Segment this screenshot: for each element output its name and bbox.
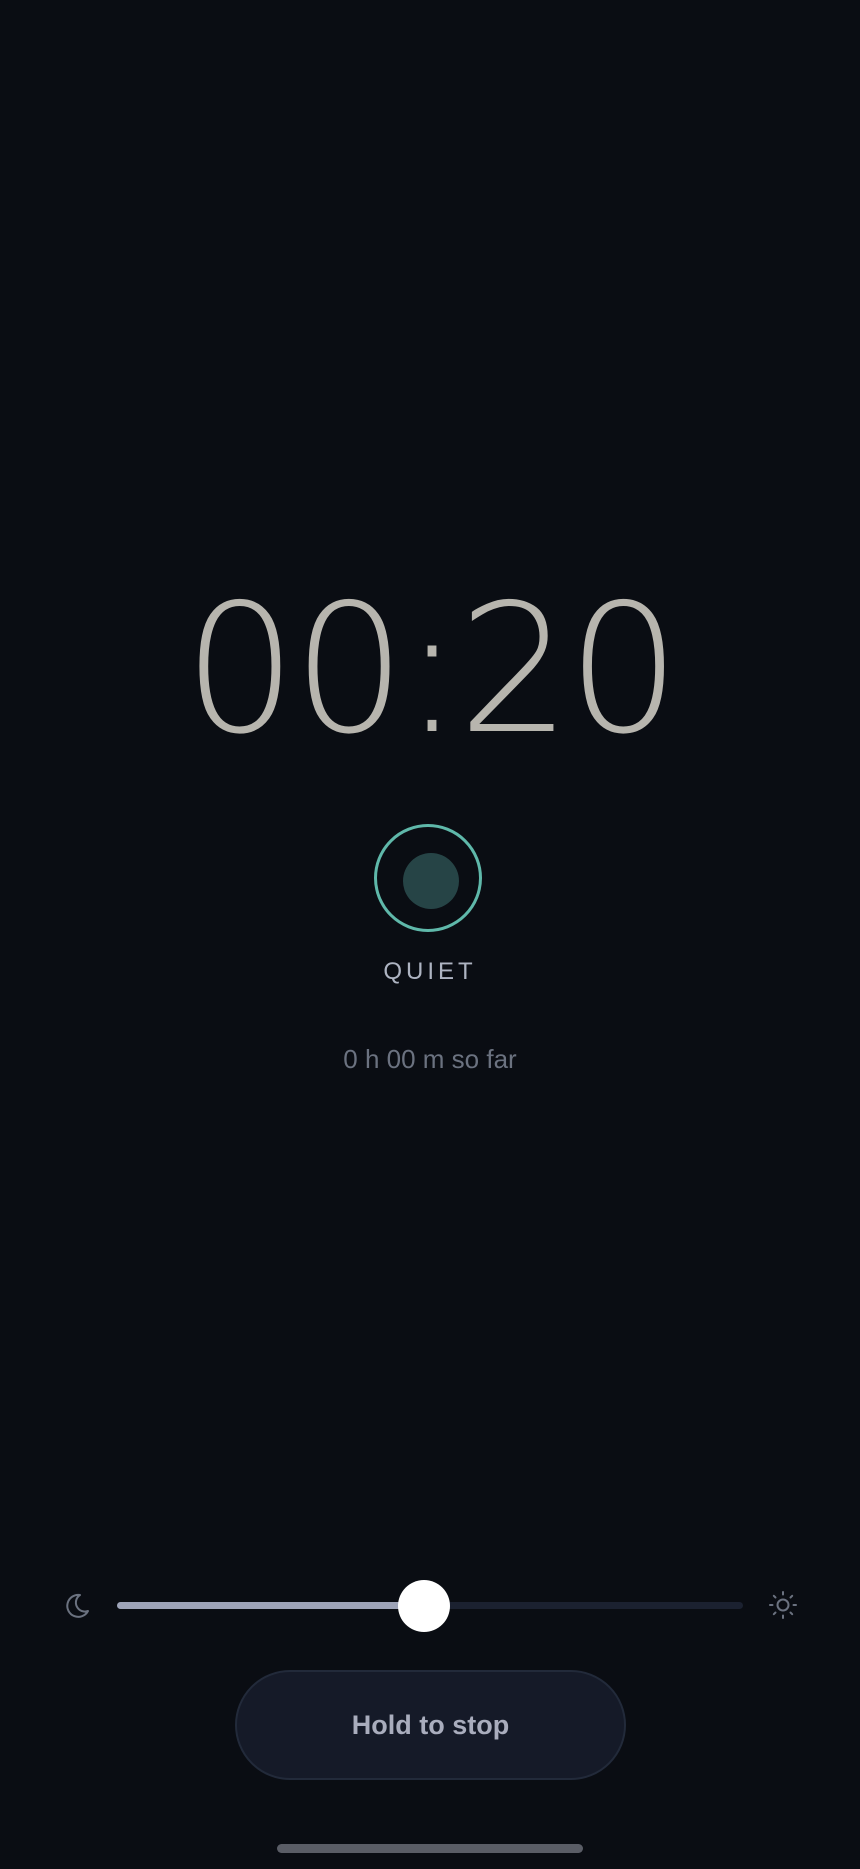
brightness-slider-fill xyxy=(117,1602,424,1609)
hold-to-stop-button[interactable]: Hold to stop xyxy=(235,1670,626,1780)
brightness-slider-thumb[interactable] xyxy=(397,1580,450,1632)
timer-display: 00:20 xyxy=(183,566,681,773)
elapsed-time: 0 h 00 m so far xyxy=(343,1044,517,1074)
status-indicator xyxy=(374,824,482,932)
status-label: QUIET xyxy=(383,958,477,985)
brightness-slider[interactable] xyxy=(117,1580,743,1632)
sleep-session-screen: 00:20 QUIET 0 h 00 m so far Hold to stop xyxy=(0,0,860,1869)
status-dot xyxy=(403,853,459,909)
home-indicator[interactable] xyxy=(277,1844,583,1853)
sun-icon xyxy=(769,1591,797,1619)
moon-icon xyxy=(66,1593,89,1618)
